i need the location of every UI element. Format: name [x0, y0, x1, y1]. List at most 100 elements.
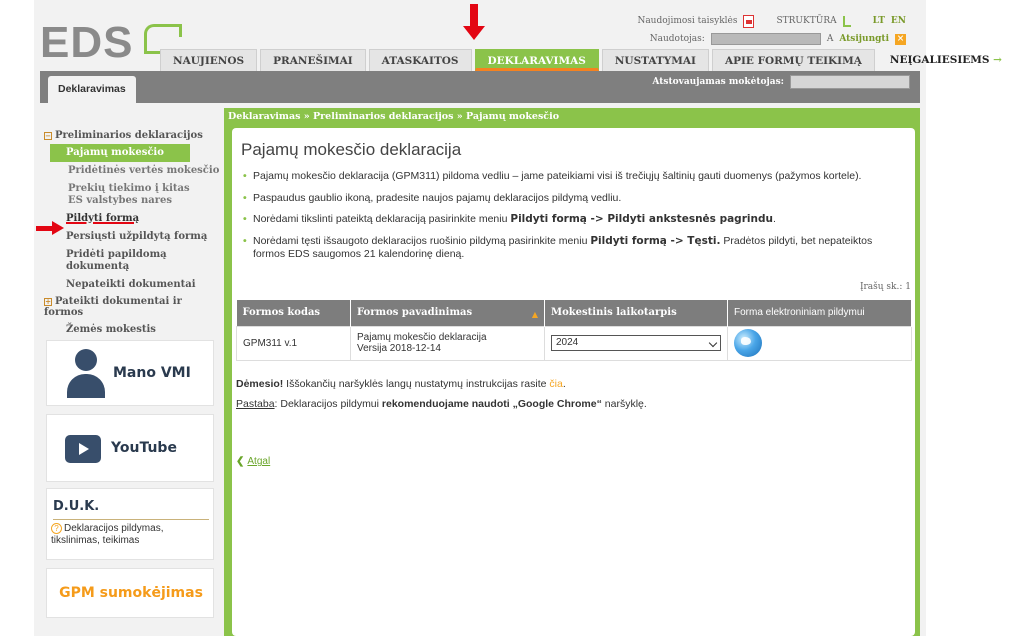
forms-table: Formos kodas Formos pavadinimas ▲ Mokesti… — [236, 300, 912, 361]
user-suffix: A — [826, 34, 834, 44]
collapse-icon[interactable]: − — [44, 132, 52, 140]
youtube-card[interactable]: YouTube — [46, 414, 214, 482]
rules-link[interactable]: Naudojimosi taisyklės — [637, 16, 737, 26]
bullet-menu-path: Pildyti formą -> Pildyti ankstesnės pagr… — [510, 213, 773, 225]
expand-icon[interactable]: + — [44, 298, 52, 306]
youtube-play-icon — [65, 435, 101, 463]
page: EDS Naudojimosi taisyklės STRUKTŪRA LT E… — [34, 0, 1002, 636]
bullet-text: Norėdami tęsti išsaugoto deklaracijos ru… — [253, 235, 591, 247]
bullet-text: . — [772, 213, 776, 225]
accessibility-link[interactable]: NEĮGALIESIEMS → — [878, 49, 1014, 71]
attention-note: Dėmesio! Iššokančių naršyklės langų nust… — [236, 378, 566, 390]
gpm-payment-card[interactable]: GPM sumokėjimas — [46, 568, 214, 618]
attention-text: Iššokančių naršyklės langų nustatymų ins… — [283, 378, 550, 390]
bullet-text: Norėdami tikslinti pateiktą deklaraciją … — [253, 213, 511, 225]
back-link[interactable]: ❮ Atgal — [236, 456, 270, 467]
duk-card[interactable]: D.U.K. ? Deklaracijos pildymas, tikslinim… — [46, 488, 214, 560]
main-panel: Deklaravimas » Preliminarios deklaracijo… — [224, 108, 920, 636]
tab-deklaravimas[interactable]: DEKLARAVIMAS — [474, 49, 599, 71]
person-icon — [65, 349, 105, 399]
sidebar-item-pajamu-mokescio[interactable]: Pajamų mokesčio — [50, 144, 190, 162]
sub-bar: Deklaravimas Atstovaujamas mokėtojas: — [40, 71, 920, 103]
form-name: Pajamų mokesčio deklaracija — [357, 332, 487, 343]
taxpayer-info: Atstovaujamas mokėtojas: — [652, 75, 910, 89]
info-bullet: Norėdami tikslinti pateiktą deklaraciją … — [243, 213, 903, 226]
attention-label: Dėmesio! — [236, 378, 284, 390]
user-name-redacted — [710, 33, 821, 45]
table-header-row: Formos kodas Formos pavadinimas ▲ Mokesti… — [236, 300, 912, 326]
breadcrumb[interactable]: Deklaravimas » Preliminarios deklaracijo… — [228, 110, 559, 124]
structure-icon — [842, 15, 851, 27]
arrow-right-icon: → — [993, 54, 1002, 66]
col-header-name[interactable]: Formos pavadinimas ▲ — [350, 300, 545, 326]
globe-icon[interactable] — [734, 329, 762, 357]
sidebar-item-zemes-mokestis[interactable]: Žemės mokestis — [40, 321, 220, 339]
sidebar-item-prideti-dokumenta[interactable]: Pridėti papildomą dokumentą — [40, 246, 220, 276]
sidebar-group-submitted[interactable]: + Pateikti dokumentai ir formos — [40, 294, 220, 321]
table-row: GPM311 v.1 Pajamų mokesčio deklaracija V… — [236, 325, 912, 361]
tab-apie-formu-teikima[interactable]: APIE FORMŲ TEIKIMĄ — [711, 49, 875, 71]
question-icon: ? — [51, 523, 62, 534]
remark-bold: rekomenduojame naudoti „Google Chrome“ — [381, 398, 602, 410]
chevron-left-icon: ❮ — [236, 456, 245, 467]
duk-title: D.U.K. — [53, 499, 100, 514]
sort-arrow-icon[interactable]: ▲ — [532, 309, 538, 319]
tab-nustatymai[interactable]: NUSTATYMAI — [601, 49, 709, 71]
col-header-period[interactable]: Mokestinis laikotarpis — [544, 300, 728, 326]
lang-en-link[interactable]: EN — [891, 16, 906, 26]
sidebar-group-preliminary-label: Preliminarios deklaracijos — [55, 130, 203, 141]
sidebar: − Preliminarios deklaracijos Pajamų mokes… — [40, 124, 220, 339]
tab-naujienos[interactable]: NAUJIENOS — [160, 49, 258, 71]
instructions-link[interactable]: čia — [549, 378, 562, 390]
back-label: Atgal — [247, 456, 271, 467]
sidebar-item-nepateikti[interactable]: Nepateikti dokumentai — [40, 276, 220, 294]
sidebar-item-pildyti-forma[interactable]: Pildyti formą — [40, 210, 220, 228]
remark-text: : Deklaracijos pildymui — [274, 398, 382, 410]
sidebar-group-preliminary[interactable]: − Preliminarios deklaracijos — [40, 124, 220, 144]
duk-divider — [53, 519, 209, 520]
youtube-label: YouTube — [111, 440, 177, 456]
cell-form-name: Pajamų mokesčio deklaracija Versija 2018… — [350, 325, 545, 361]
pdf-icon[interactable] — [743, 14, 755, 28]
content-area: Pajamų mokesčio deklaracija Pajamų mokes… — [232, 128, 915, 636]
info-bullet: Norėdami tęsti išsaugoto deklaracijos ru… — [243, 235, 903, 261]
col-header-name-label: Formos pavadinimas — [357, 306, 473, 318]
sidebar-item-persiusti[interactable]: Persiųsti užpildytą formą — [40, 228, 220, 246]
remark-note: Pastaba: Deklaracijos pildymui rekomendu… — [236, 398, 647, 410]
cell-form-code: GPM311 v.1 — [236, 325, 351, 361]
eds-logo[interactable]: EDS — [40, 18, 133, 68]
structure-link[interactable]: STRUKTŪRA — [776, 16, 836, 26]
user-label: Naudotojas: — [649, 34, 705, 44]
mano-vmi-label: Mano VMI — [113, 365, 191, 381]
sidebar-item-es-tiekimas[interactable]: Prekių tiekimo į kitas ES valstybes nare… — [50, 180, 200, 210]
info-bullet: Paspaudus gaublio ikoną, pradesite naujo… — [243, 192, 903, 205]
cell-period: 2024 — [544, 325, 728, 361]
logout-icon[interactable]: × — [895, 33, 906, 45]
taxpayer-label: Atstovaujamas mokėtojas: — [652, 77, 784, 87]
duk-link[interactable]: ? Deklaracijos pildymas, tikslinimas, tei… — [51, 523, 213, 547]
red-arrow-right-icon — [36, 221, 66, 235]
cell-electronic-form — [727, 325, 912, 361]
remark-end: naršyklę. — [601, 398, 647, 410]
lang-lt-link[interactable]: LT — [873, 16, 885, 26]
attention-end: . — [562, 378, 566, 390]
col-header-code[interactable]: Formos kodas — [236, 300, 351, 326]
remark-label: Pastaba — [236, 398, 275, 410]
page-title: Pajamų mokesčio deklaracija — [241, 140, 462, 159]
sidebar-group-submitted-label: Pateikti dokumentai ir formos — [44, 296, 182, 318]
gpm-payment-label: GPM sumokėjimas — [59, 585, 203, 601]
bullet-menu-path: Pildyti formą -> Tęsti. — [590, 235, 721, 247]
form-version: Versija 2018-12-14 — [357, 343, 441, 354]
duk-link-label: Deklaracijos pildymas, tikslinimas, teik… — [51, 523, 164, 546]
sidebar-item-pvm[interactable]: Pridėtinės vertės mokesčio — [50, 162, 220, 180]
col-header-electronic: Forma elektroniniam pildymui — [727, 300, 912, 326]
mano-vmi-card[interactable]: Mano VMI — [46, 340, 214, 406]
info-bullet: Pajamų mokesčio deklaracija (GPM311) pil… — [243, 170, 903, 183]
accessibility-label: NEĮGALIESIEMS — [889, 54, 990, 66]
logout-link[interactable]: Atsijungti — [839, 34, 889, 44]
taxpayer-name-redacted — [790, 75, 910, 89]
tab-pranesimai[interactable]: PRANEŠIMAI — [260, 49, 366, 71]
subtab-deklaravimas[interactable]: Deklaravimas — [48, 76, 136, 103]
tab-ataskaitos[interactable]: ATASKAITOS — [368, 49, 472, 71]
period-select[interactable]: 2024 — [551, 335, 721, 351]
